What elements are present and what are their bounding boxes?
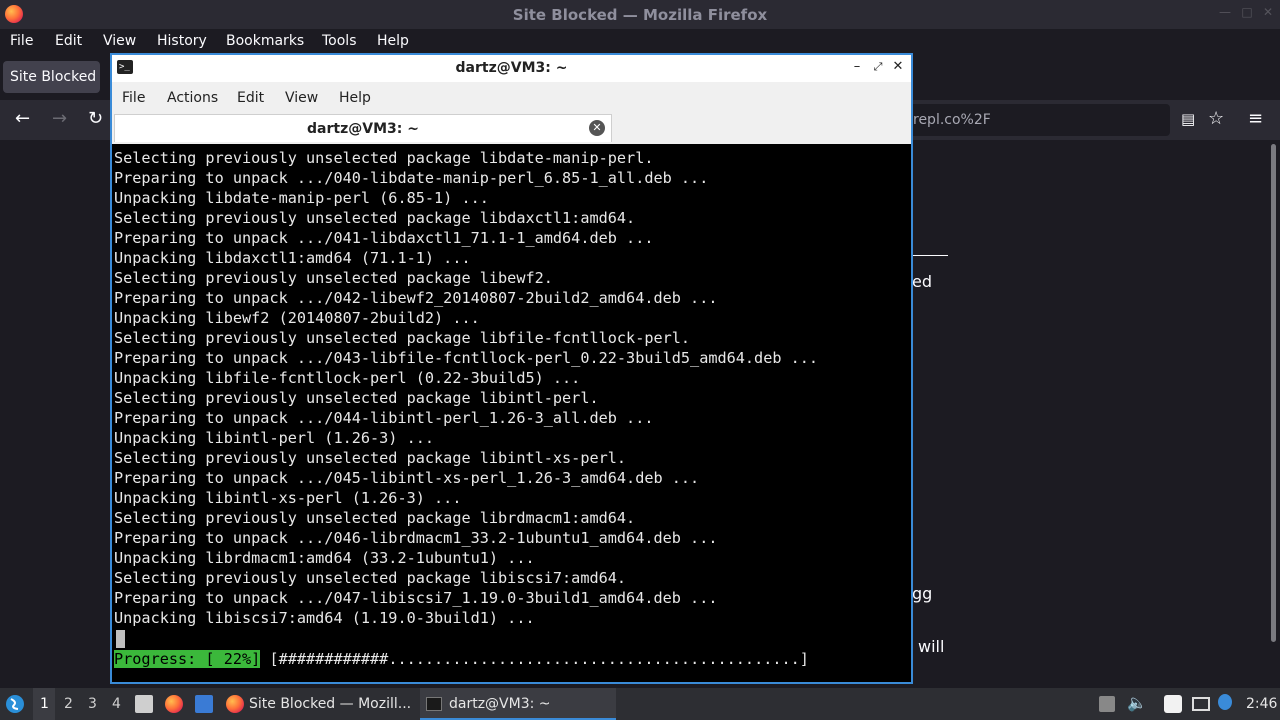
minimize-icon[interactable]: — xyxy=(1219,6,1231,18)
terminal-output-line: Preparing to unpack .../043-libfile-fcnt… xyxy=(114,349,819,367)
url-text: repl.co%2F xyxy=(913,112,991,128)
tab-site-blocked[interactable]: Site Blocked xyxy=(3,61,100,93)
term-menu-file[interactable]: File xyxy=(122,90,145,106)
clipboard-icon[interactable] xyxy=(1164,695,1182,713)
clock[interactable]: 2:46 xyxy=(1246,696,1277,712)
terminal-tab-label: dartz@VM3: ~ xyxy=(307,121,419,137)
terminal-output-line: Preparing to unpack .../047-libiscsi7_1.… xyxy=(114,589,718,607)
terminal-cursor xyxy=(116,630,125,648)
page-text-fragment: ed xyxy=(912,272,932,291)
taskbar: 1 2 3 4 Site Blocked — Mozill... dartz@V… xyxy=(0,688,1280,720)
firefox-launcher-icon[interactable] xyxy=(165,695,183,713)
start-menu-icon[interactable] xyxy=(5,694,25,714)
terminal-output-line: Selecting previously unselected package … xyxy=(114,149,654,167)
ff-menu-bookmarks[interactable]: Bookmarks xyxy=(226,33,304,49)
task-terminal-label: dartz@VM3: ~ xyxy=(449,696,551,712)
task-firefox[interactable]: Site Blocked — Mozill... xyxy=(222,688,418,720)
show-desktop-icon[interactable] xyxy=(195,695,213,713)
terminal-window: >_ dartz@VM3: ~ – ⤢ ✕ File Actions Edit … xyxy=(110,53,913,684)
terminal-output-line: Selecting previously unselected package … xyxy=(114,209,636,227)
terminal-output-line: Unpacking libdate-manip-perl (6.85-1) ..… xyxy=(114,189,489,207)
workspace-3[interactable]: 3 xyxy=(88,696,97,712)
updates-icon[interactable] xyxy=(1099,696,1115,712)
bookmark-star-icon[interactable]: ☆ xyxy=(1208,109,1224,129)
progress-label: Progress: [ 22%] xyxy=(114,650,261,668)
reload-icon[interactable]: ↻ xyxy=(88,109,103,129)
workspace-2[interactable]: 2 xyxy=(64,696,73,712)
workspace-1[interactable]: 1 xyxy=(40,696,49,712)
term-menu-help[interactable]: Help xyxy=(339,90,371,106)
app-menu-icon[interactable]: ≡ xyxy=(1248,109,1263,129)
firefox-window-title: Site Blocked — Mozilla Firefox xyxy=(512,6,768,24)
tab-close-icon[interactable]: ✕ xyxy=(589,120,605,136)
terminal-output-line: Selecting previously unselected package … xyxy=(114,449,627,467)
close-icon[interactable]: ✕ xyxy=(890,59,906,75)
terminal-output-line: Preparing to unpack .../042-libewf2_2014… xyxy=(114,289,718,307)
terminal-output-line: Unpacking libdaxctl1:amd64 (71.1-1) ... xyxy=(114,249,471,267)
term-menu-edit[interactable]: Edit xyxy=(237,90,264,106)
notification-icon[interactable] xyxy=(1218,694,1232,710)
ff-menu-help[interactable]: Help xyxy=(377,33,409,49)
terminal-output-line: Preparing to unpack .../040-libdate-mani… xyxy=(114,169,709,187)
terminal-output-line: Unpacking libfile-fcntllock-perl (0.22-3… xyxy=(114,369,581,387)
terminal-output-line: Preparing to unpack .../044-libintl-perl… xyxy=(114,409,654,427)
terminal-output-line: Unpacking libintl-xs-perl (1.26-3) ... xyxy=(114,489,462,507)
task-terminal[interactable]: dartz@VM3: ~ xyxy=(420,688,616,720)
terminal-output-lines: Selecting previously unselected package … xyxy=(114,148,818,628)
terminal-menubar: File Actions Edit View Help xyxy=(112,82,911,114)
firefox-titlebar: Site Blocked — Mozilla Firefox — □ ✕ xyxy=(0,0,1280,29)
terminal-output-line: Unpacking libintl-perl (1.26-3) ... xyxy=(114,429,435,447)
ff-menu-file[interactable]: File xyxy=(10,33,33,49)
file-manager-icon[interactable] xyxy=(135,695,153,713)
page-text-fragment: will xyxy=(918,637,945,656)
network-icon[interactable] xyxy=(1192,697,1210,711)
maximize-icon[interactable]: □ xyxy=(1241,6,1253,18)
terminal-window-title: dartz@VM3: ~ xyxy=(455,60,568,76)
ff-menu-edit[interactable]: Edit xyxy=(55,33,82,49)
progress-bar-text: [############...........................… xyxy=(260,650,809,668)
tab-label: Site Blocked xyxy=(10,69,97,85)
minimize-icon[interactable]: – xyxy=(849,59,865,75)
back-icon[interactable]: ← xyxy=(15,109,30,129)
terminal-output-line: Selecting previously unselected package … xyxy=(114,389,599,407)
apt-progress-line: Progress: [ 22%] [############..........… xyxy=(114,648,809,670)
maximize-icon[interactable]: ⤢ xyxy=(870,59,886,75)
terminal-output-line: Unpacking libewf2 (20140807-2build2) ... xyxy=(114,309,480,327)
page-divider xyxy=(912,255,948,256)
page-scrollbar[interactable] xyxy=(1271,144,1276,642)
terminal-titlebar[interactable]: >_ dartz@VM3: ~ – ⤢ ✕ xyxy=(112,55,911,82)
close-icon[interactable]: ✕ xyxy=(1262,6,1274,18)
term-menu-actions[interactable]: Actions xyxy=(167,90,218,106)
page-text-fragment: gg xyxy=(912,584,933,603)
reader-view-icon[interactable]: ▤ xyxy=(1181,109,1195,129)
term-menu-view[interactable]: View xyxy=(285,90,318,106)
terminal-output-line: Selecting previously unselected package … xyxy=(114,329,691,347)
firefox-menubar: File Edit View History Bookmarks Tools H… xyxy=(0,29,1280,53)
terminal-output-line: Selecting previously unselected package … xyxy=(114,509,636,527)
terminal-output-line: Preparing to unpack .../041-libdaxctl1_7… xyxy=(114,229,654,247)
volume-icon[interactable]: 🔈 xyxy=(1127,693,1147,712)
terminal-output-line: Selecting previously unselected package … xyxy=(114,569,627,587)
terminal-output-line: Unpacking libiscsi7:amd64 (1.19.0-3build… xyxy=(114,609,535,627)
url-bar[interactable]: repl.co%2F xyxy=(880,104,1170,136)
ff-menu-view[interactable]: View xyxy=(103,33,136,49)
terminal-output-line: Preparing to unpack .../046-librdmacm1_3… xyxy=(114,529,718,547)
terminal-output[interactable]: Selecting previously unselected package … xyxy=(114,144,909,682)
terminal-output-line: Preparing to unpack .../045-libintl-xs-p… xyxy=(114,469,700,487)
terminal-output-line: Unpacking librdmacm1:amd64 (33.2-1ubuntu… xyxy=(114,549,535,567)
terminal-icon xyxy=(426,697,442,711)
task-firefox-label: Site Blocked — Mozill... xyxy=(249,696,412,712)
firefox-icon xyxy=(226,695,244,713)
workspace-4[interactable]: 4 xyxy=(112,696,121,712)
terminal-tabbar: dartz@VM3: ~ ✕ xyxy=(112,114,911,144)
ff-menu-history[interactable]: History xyxy=(157,33,207,49)
terminal-output-line: Selecting previously unselected package … xyxy=(114,269,553,287)
terminal-tab[interactable]: dartz@VM3: ~ ✕ xyxy=(114,114,612,142)
forward-icon[interactable]: → xyxy=(52,109,67,129)
ff-menu-tools[interactable]: Tools xyxy=(322,33,357,49)
